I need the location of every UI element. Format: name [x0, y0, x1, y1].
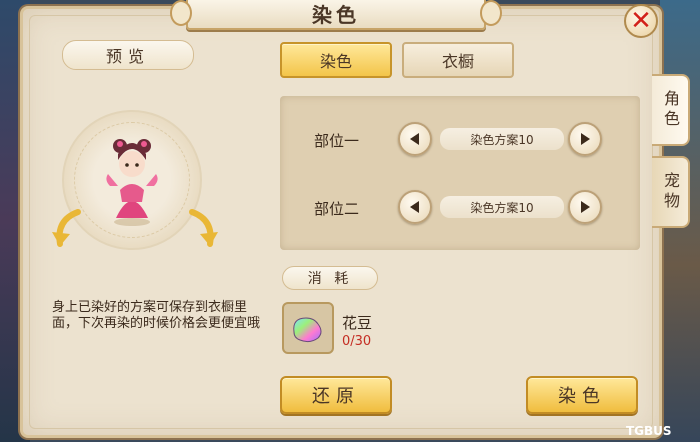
rotate-left-button[interactable] — [50, 206, 84, 252]
watermark: TGBUS — [626, 424, 672, 438]
part2-scheme-value: 染色方案10 — [440, 196, 564, 218]
triangle-left-icon — [410, 201, 419, 213]
tab-dye[interactable]: 染色 — [280, 42, 392, 78]
rotate-left-arrow-icon — [52, 209, 81, 247]
scroll-ornament-left-icon — [170, 0, 192, 26]
dye-button[interactable]: 染色 — [526, 376, 638, 414]
part-row-1: 部位一 染色方案10 — [280, 122, 640, 158]
triangle-right-icon — [581, 133, 590, 145]
part2-next-button[interactable] — [568, 190, 602, 224]
triangle-left-icon — [410, 133, 419, 145]
character-preview — [102, 130, 162, 228]
dialog-title: 染色 — [312, 2, 360, 27]
preview-label: 预览 — [62, 40, 194, 70]
rotate-right-button[interactable] — [186, 206, 220, 252]
tab-wardrobe[interactable]: 衣橱 — [402, 42, 514, 78]
part-row-2: 部位二 染色方案10 — [280, 190, 640, 226]
cost-label: 消 耗 — [282, 266, 378, 290]
restore-button[interactable]: 还原 — [280, 376, 392, 414]
part1-scheme-value: 染色方案10 — [440, 128, 564, 150]
side-tab-pet[interactable]: 宠物 — [652, 156, 690, 228]
side-tab-character[interactable]: 角色 — [652, 74, 690, 146]
item-name: 花豆 — [342, 314, 373, 332]
part-label: 部位一 — [314, 132, 360, 150]
item-count: 0/30 — [342, 334, 372, 349]
save-hint-text: 身上已染好的方案可保存到衣橱里面，下次再染的时候价格会更便宜哦 — [52, 300, 261, 331]
close-button[interactable]: ✕ — [624, 4, 658, 38]
dye-parts-panel: 部位一 染色方案10 部位二 染色方案10 — [280, 96, 640, 250]
scroll-ornament-right-icon — [480, 0, 502, 26]
dialog-title-plate: 染色 — [170, 0, 502, 30]
rotate-right-arrow-icon — [189, 209, 218, 247]
flower-bean-icon — [293, 317, 322, 343]
item-slot[interactable] — [282, 302, 334, 354]
part1-next-button[interactable] — [568, 122, 602, 156]
part1-prev-button[interactable] — [398, 122, 432, 156]
triangle-right-icon — [581, 201, 590, 213]
part2-prev-button[interactable] — [398, 190, 432, 224]
close-x-icon: ✕ — [630, 6, 652, 36]
part-label: 部位二 — [314, 200, 360, 218]
